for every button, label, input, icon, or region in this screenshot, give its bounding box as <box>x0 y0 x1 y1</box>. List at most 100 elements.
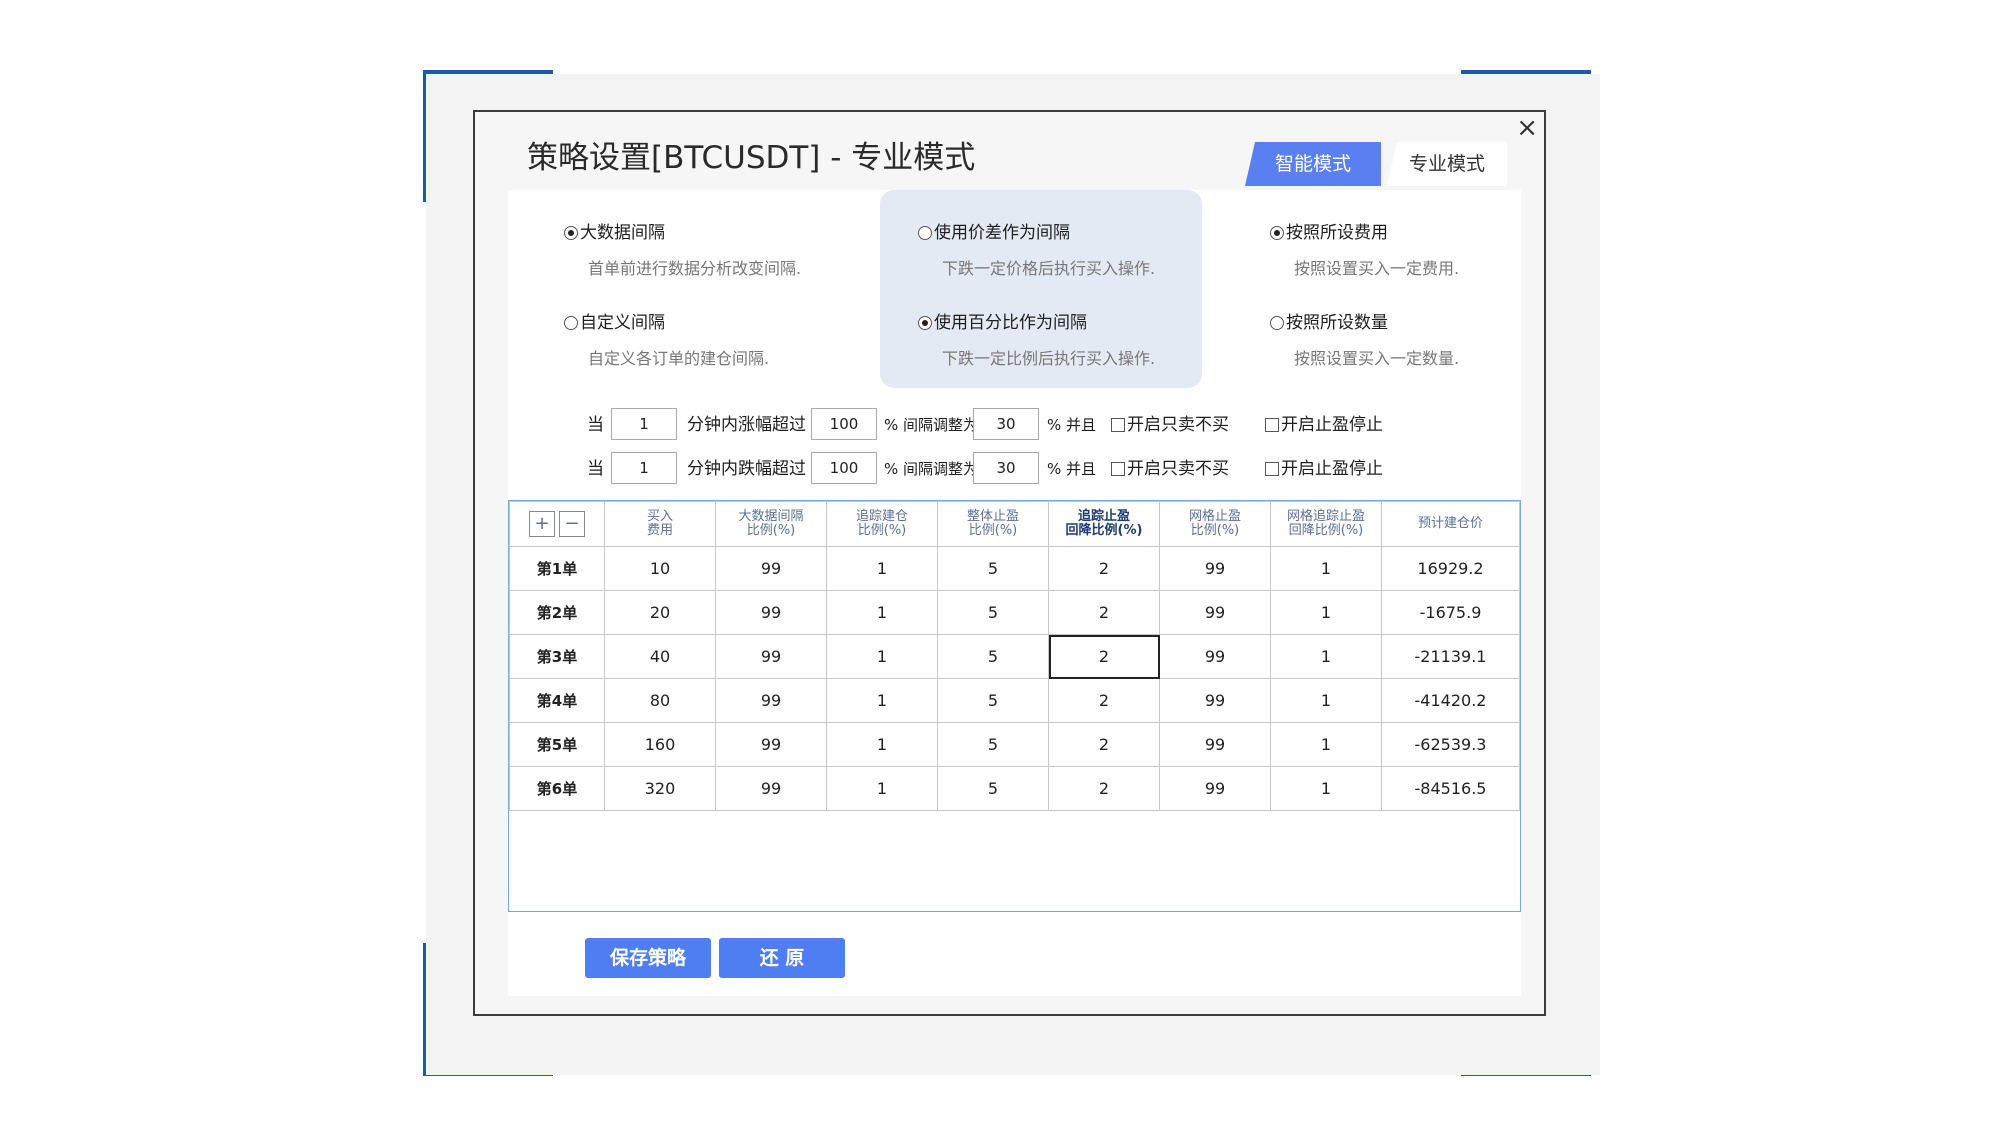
restore-button[interactable]: 还 原 <box>719 938 845 978</box>
radio-icon[interactable] <box>564 316 578 330</box>
table-cell[interactable]: 5 <box>937 766 1049 811</box>
table-cell[interactable]: 160 <box>604 722 716 767</box>
table-cell[interactable]: 99 <box>715 722 827 767</box>
option-description: 按照设置买入一定费用. <box>1294 259 1460 278</box>
table-cell[interactable]: 1 <box>826 634 938 679</box>
option-bigdata-interval[interactable]: 大数据间隔 <box>564 218 665 243</box>
table-cell[interactable]: 99 <box>715 590 827 635</box>
radio-icon[interactable] <box>918 316 932 330</box>
column-header[interactable]: 追踪建仓 比例(%) <box>826 501 938 547</box>
checkbox-label: 开启只卖不买 <box>1127 459 1229 479</box>
option-description: 下跌一定比例后执行买入操作. <box>942 349 1156 368</box>
table-cell[interactable]: 1 <box>1270 634 1382 679</box>
radio-icon[interactable] <box>918 226 932 240</box>
table-cell[interactable]: 5 <box>937 634 1049 679</box>
table-cell[interactable]: 20 <box>604 590 716 635</box>
adjust-input[interactable]: 30 <box>973 408 1039 440</box>
table-cell[interactable]: 2 <box>1048 766 1160 811</box>
row-label: 第5单 <box>509 722 605 767</box>
table-cell[interactable]: 99 <box>1159 634 1271 679</box>
table-cell[interactable]: 1 <box>826 546 938 591</box>
radio-icon[interactable] <box>1270 316 1284 330</box>
column-header[interactable]: 网格追踪止盈 回降比例(%) <box>1270 501 1382 547</box>
table-cell: 16929.2 <box>1381 546 1520 591</box>
table-cell-selected[interactable]: 2 <box>1048 634 1160 679</box>
table-cell[interactable]: 1 <box>1270 722 1382 767</box>
table-cell[interactable]: 99 <box>1159 766 1271 811</box>
tab-smart-mode[interactable]: 智能模式 <box>1245 142 1381 186</box>
table-cell[interactable]: 1 <box>1270 546 1382 591</box>
table-cell[interactable]: 320 <box>604 766 716 811</box>
save-strategy-button[interactable]: 保存策略 <box>585 938 711 978</box>
column-header[interactable]: 追踪止盈 回降比例(%) <box>1048 501 1160 547</box>
column-header[interactable]: 预计建仓价 <box>1381 501 1520 547</box>
checkbox-icon[interactable] <box>1111 462 1125 476</box>
minutes-input[interactable]: 1 <box>611 452 677 484</box>
option-description: 下跌一定价格后执行买入操作. <box>942 259 1156 278</box>
column-header[interactable]: 买入 费用 <box>604 501 716 547</box>
add-row-button[interactable]: + <box>529 511 555 537</box>
table-cell[interactable]: 2 <box>1048 722 1160 767</box>
table-cell[interactable]: 5 <box>937 678 1049 723</box>
take-profit-stop-checkbox[interactable]: 开启止盈停止 <box>1265 452 1383 486</box>
radio-icon[interactable] <box>1270 226 1284 240</box>
table-header-row: + − 买入 费用 大数据间隔 比例(%) 追踪建仓 比例(%) 整体止盈 比例(%) 追… <box>509 501 1520 547</box>
table-cell[interactable]: 5 <box>937 590 1049 635</box>
option-by-fee[interactable]: 按照所设费用 <box>1270 218 1388 243</box>
condition-text: % 间隔调整为 <box>884 460 979 478</box>
table-cell[interactable]: 1 <box>826 590 938 635</box>
option-custom-interval[interactable]: 自定义间隔 <box>564 308 665 333</box>
table-cell[interactable]: 10 <box>604 546 716 591</box>
table-cell[interactable]: 40 <box>604 634 716 679</box>
table-cell[interactable]: 2 <box>1048 546 1160 591</box>
option-price-diff-interval[interactable]: 使用价差作为间隔 <box>918 218 1070 243</box>
option-description: 首单前进行数据分析改变间隔. <box>588 259 802 278</box>
percent-input[interactable]: 100 <box>811 408 877 440</box>
checkbox-label: 开启止盈停止 <box>1281 415 1383 435</box>
table-cell[interactable]: 5 <box>937 546 1049 591</box>
checkbox-icon[interactable] <box>1265 418 1279 432</box>
table-cell[interactable]: 1 <box>1270 766 1382 811</box>
table-cell[interactable]: 80 <box>604 678 716 723</box>
table-cell[interactable]: 1 <box>1270 590 1382 635</box>
table-cell[interactable]: 99 <box>1159 722 1271 767</box>
table-cell[interactable]: 99 <box>1159 546 1271 591</box>
table-cell[interactable]: 99 <box>1159 590 1271 635</box>
column-header[interactable]: 大数据间隔 比例(%) <box>715 501 827 547</box>
table-cell[interactable]: 2 <box>1048 678 1160 723</box>
sell-only-checkbox[interactable]: 开启只卖不买 <box>1111 452 1229 486</box>
table-cell[interactable]: 5 <box>937 722 1049 767</box>
column-header[interactable]: 整体止盈 比例(%) <box>937 501 1049 547</box>
table-cell[interactable]: 99 <box>715 766 827 811</box>
row-label: 第2单 <box>509 590 605 635</box>
table-cell: -84516.5 <box>1381 766 1520 811</box>
adjust-input[interactable]: 30 <box>973 452 1039 484</box>
checkbox-icon[interactable] <box>1111 418 1125 432</box>
condition-text: 分钟内涨幅超过 <box>687 415 806 435</box>
table-cell[interactable]: 2 <box>1048 590 1160 635</box>
table-cell[interactable]: 1 <box>826 678 938 723</box>
table-cell[interactable]: 99 <box>715 678 827 723</box>
option-percent-interval[interactable]: 使用百分比作为间隔 <box>918 308 1087 333</box>
row-label: 第3单 <box>509 634 605 679</box>
table-cell[interactable]: 99 <box>715 634 827 679</box>
table-row: 第5单 160 99 1 5 2 99 1 -62539.3 <box>509 722 1520 767</box>
column-header[interactable]: 网格止盈 比例(%) <box>1159 501 1271 547</box>
table-cell[interactable]: 1 <box>826 722 938 767</box>
sell-only-checkbox[interactable]: 开启只卖不买 <box>1111 408 1229 442</box>
table-cell[interactable]: 1 <box>1270 678 1382 723</box>
percent-input[interactable]: 100 <box>811 452 877 484</box>
remove-row-button[interactable]: − <box>559 511 585 537</box>
row-label: 第6单 <box>509 766 605 811</box>
take-profit-stop-checkbox[interactable]: 开启止盈停止 <box>1265 408 1383 442</box>
table-cell[interactable]: 99 <box>1159 678 1271 723</box>
radio-icon[interactable] <box>564 226 578 240</box>
table-cell[interactable]: 1 <box>826 766 938 811</box>
checkbox-icon[interactable] <box>1265 462 1279 476</box>
minutes-input[interactable]: 1 <box>611 408 677 440</box>
tab-pro-mode[interactable]: 专业模式 <box>1387 142 1507 186</box>
table-cell[interactable]: 99 <box>715 546 827 591</box>
table-row: 第6单 320 99 1 5 2 99 1 -84516.5 <box>509 766 1520 811</box>
close-icon[interactable]: × <box>1516 114 1538 142</box>
option-by-quantity[interactable]: 按照所设数量 <box>1270 308 1388 333</box>
